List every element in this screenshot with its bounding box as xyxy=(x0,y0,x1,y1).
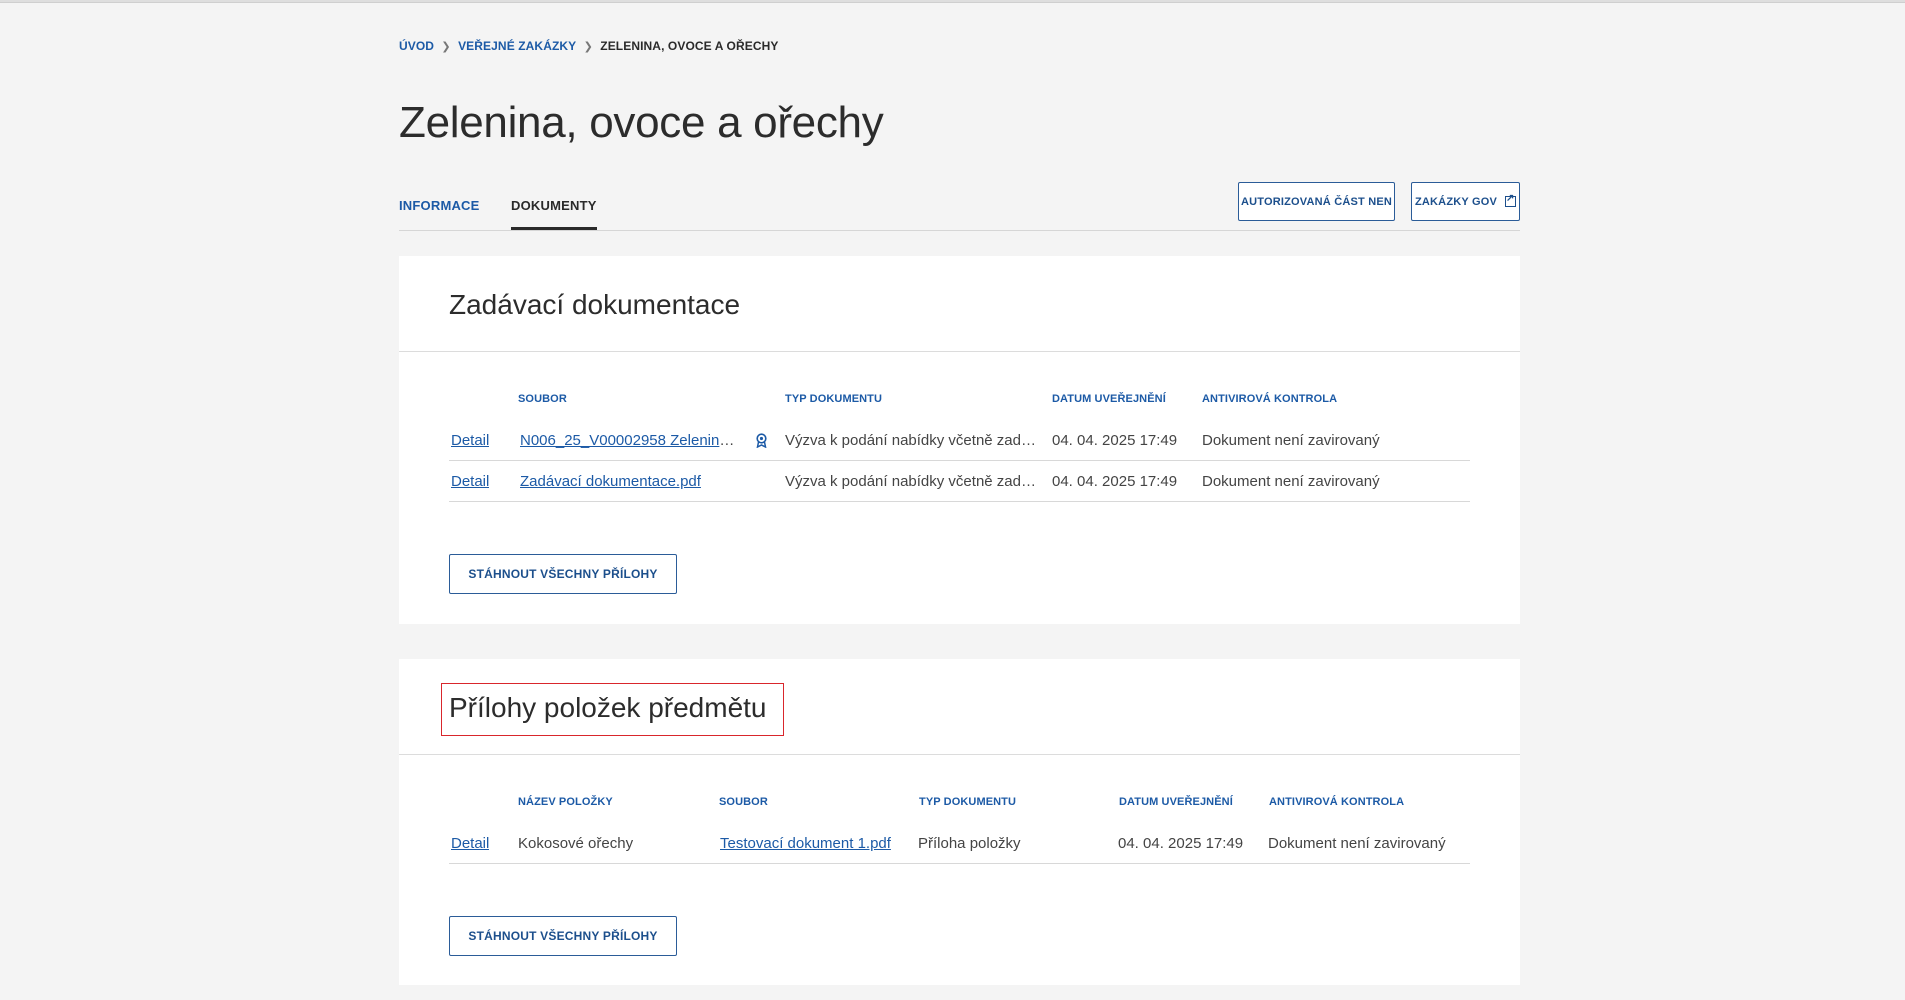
external-link-icon xyxy=(1505,193,1517,207)
tab-bar: Informace Dokumenty Autorizovaná část NE… xyxy=(399,182,1520,231)
signature-seal-icon xyxy=(756,433,767,448)
detail-link[interactable]: Detail xyxy=(451,473,489,490)
section-header: Zadávací dokumentace xyxy=(399,256,1520,352)
column-header-typ: Typ dokumentu xyxy=(919,796,1017,808)
table-row: Detail Kokosové ořechy Testovací dokumen… xyxy=(449,823,1470,864)
section-prilohy-polozek: Přílohy položek předmětu Název položky S… xyxy=(399,659,1520,985)
table-header: Soubor Typ dokumentu Datum uveřejnění An… xyxy=(449,378,1470,420)
column-header-antivir: Antivirová kontrola xyxy=(1202,393,1338,405)
column-header-nazev: Název položky xyxy=(518,796,613,808)
breadcrumb: Úvod ❯ Veřejné zakázky ❯ Zelenina, ovoce… xyxy=(399,39,778,53)
documents-table: Soubor Typ dokumentu Datum uveřejnění An… xyxy=(449,378,1470,502)
publish-date: 04. 04. 2025 17:49 xyxy=(1118,835,1244,852)
detail-link[interactable]: Detail xyxy=(451,432,489,449)
download-all-label: Stáhnout všechny přílohy xyxy=(468,567,658,581)
authorized-part-button[interactable]: Autorizovaná část NEN xyxy=(1238,182,1395,221)
column-header-typ: Typ dokumentu xyxy=(785,393,883,405)
highlight-box xyxy=(441,683,784,736)
authorized-part-label: Autorizovaná část NEN xyxy=(1240,195,1393,208)
page-title: Zelenina, ovoce a ořechy xyxy=(399,98,884,147)
table-row: Detail N006_25_V00002958 Zelenina, ovoce… xyxy=(449,420,1470,461)
zakazky-gov-label: Zakázky GOV xyxy=(1414,195,1498,208)
section-title: Zadávací dokumentace xyxy=(449,289,741,320)
table-row: Detail Zadávací dokumentace.pdf Výzva k … xyxy=(449,461,1470,502)
tab-informace[interactable]: Informace xyxy=(399,198,480,213)
column-header-datum: Datum uveřejnění xyxy=(1052,393,1166,405)
table-header: Název položky Soubor Typ dokumentu Datum… xyxy=(449,781,1470,823)
breadcrumb-home[interactable]: Úvod xyxy=(399,39,434,53)
antivirus-status: Dokument není zavirovaný xyxy=(1202,432,1380,449)
file-link[interactable]: Zadávací dokumentace.pdf xyxy=(520,473,701,490)
publish-date: 04. 04. 2025 17:49 xyxy=(1052,473,1178,490)
section-header: Přílohy položek předmětu xyxy=(399,659,1520,755)
column-header-antivir: Antivirová kontrola xyxy=(1269,796,1405,808)
antivirus-status: Dokument není zavirovaný xyxy=(1268,835,1446,852)
antivirus-status: Dokument není zavirovaný xyxy=(1202,473,1380,490)
chevron-right-icon: ❯ xyxy=(441,40,451,53)
file-link[interactable]: Testovací dokument 1.pdf xyxy=(720,835,891,852)
column-header-soubor: Soubor xyxy=(719,796,768,808)
chevron-right-icon: ❯ xyxy=(583,40,593,53)
item-attachments-table: Název položky Soubor Typ dokumentu Datum… xyxy=(449,781,1470,864)
column-header-soubor: Soubor xyxy=(518,393,567,405)
breadcrumb-current: Zelenina, ovoce a ořechy xyxy=(600,39,779,53)
top-border xyxy=(0,0,1905,3)
document-type: Výzva k podání nabídky včetně zadávací d… xyxy=(785,473,1041,490)
publish-date: 04. 04. 2025 17:49 xyxy=(1052,432,1178,449)
download-all-button[interactable]: Stáhnout všechny přílohy xyxy=(449,554,677,594)
section-zadavaci-dokumentace: Zadávací dokumentace Soubor Typ dokument… xyxy=(399,256,1520,624)
breadcrumb-public-contracts[interactable]: Veřejné zakázky xyxy=(458,39,576,53)
document-type: Výzva k podání nabídky včetně zadávací d… xyxy=(785,432,1041,449)
download-all-button[interactable]: Stáhnout všechny přílohy xyxy=(449,916,677,956)
zakazky-gov-button[interactable]: Zakázky GOV xyxy=(1411,182,1520,221)
detail-link[interactable]: Detail xyxy=(451,835,489,852)
item-name: Kokosové ořechy xyxy=(518,835,634,852)
column-header-datum: Datum uveřejnění xyxy=(1119,796,1233,808)
file-link[interactable]: N006_25_V00002958 Zelenina, ovoce a ořec… xyxy=(520,432,738,449)
download-all-label: Stáhnout všechny přílohy xyxy=(468,929,658,943)
tab-dokumenty[interactable]: Dokumenty xyxy=(511,198,597,230)
document-type: Příloha položky xyxy=(918,835,1021,852)
